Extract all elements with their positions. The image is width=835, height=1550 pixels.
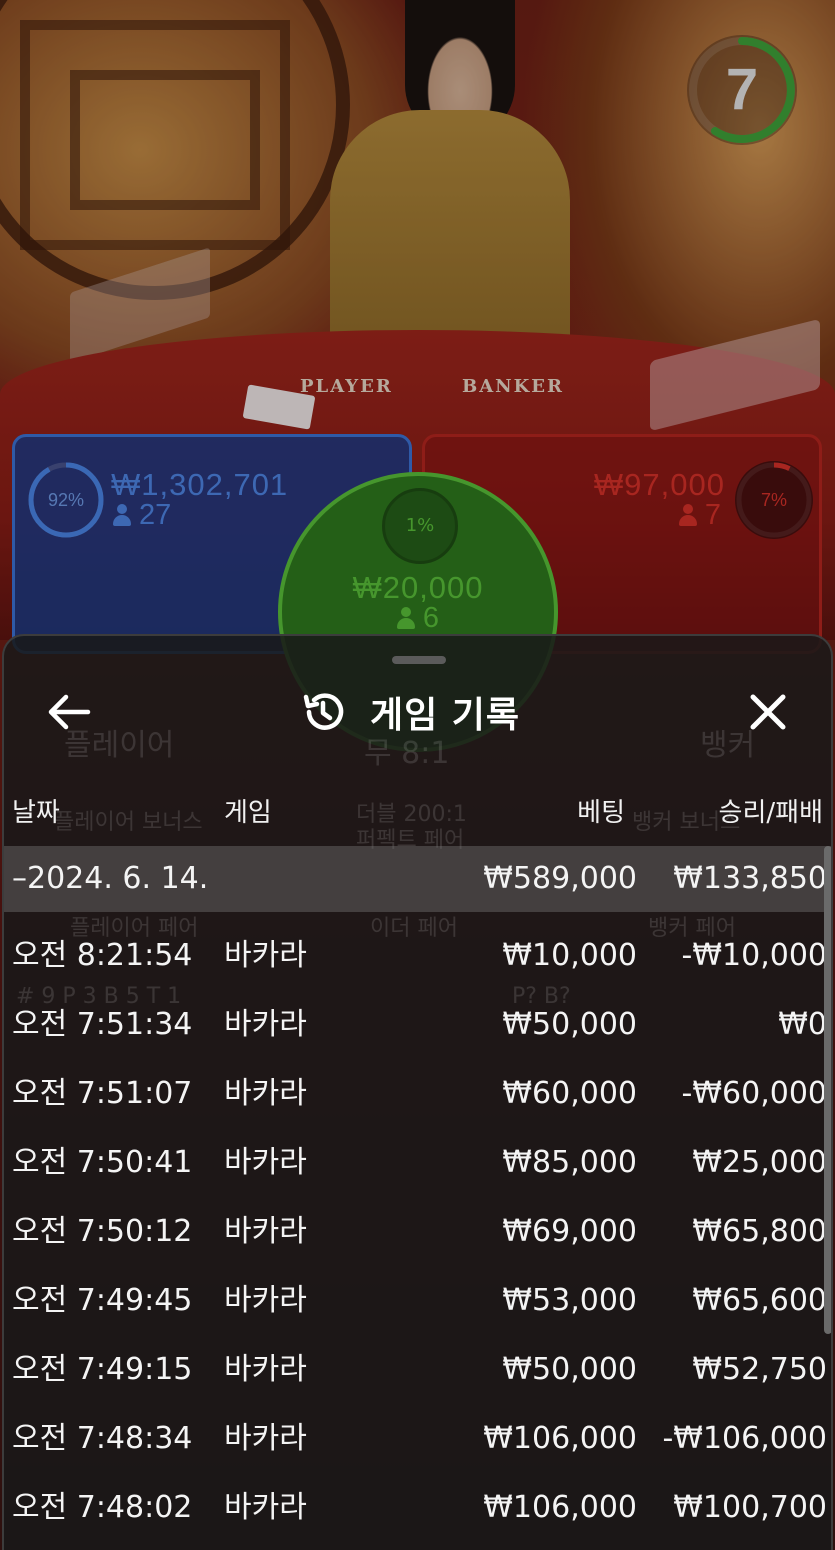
history-row[interactable]: 오전 7:48:34 바카라 ₩106,000 -₩106,000 [4,1404,831,1473]
row-time: 오전 7:50:12 [12,1214,193,1249]
row-game: 바카라 [224,1490,307,1525]
day-summary-row[interactable]: –2024. 6. 14. ₩589,000 ₩133,850 [4,846,831,912]
row-bet: ₩53,000 [502,1283,637,1318]
row-win-loss: -₩10,000 [681,938,827,973]
row-bet: ₩60,000 [502,1076,637,1111]
row-win-loss: ₩25,000 [692,1145,827,1180]
row-win-loss: -₩106,000 [662,1421,827,1456]
history-row[interactable]: 오전 7:49:45 바카라 ₩53,000 ₩65,600 [4,1266,831,1335]
history-row[interactable]: 오전 8:21:54 바카라 ₩10,000 -₩10,000 [4,921,831,990]
row-time: 오전 7:48:02 [12,1490,193,1525]
row-game: 바카라 [224,1421,307,1456]
row-win-loss: ₩65,800 [692,1214,827,1249]
row-time: 오전 7:49:15 [12,1352,193,1387]
history-row[interactable]: 오전 7:51:34 바카라 ₩50,000 ₩0 [4,990,831,1059]
back-button[interactable] [44,690,94,734]
row-bet: ₩85,000 [502,1145,637,1180]
row-time: 오전 7:49:45 [12,1283,193,1318]
row-game: 바카라 [224,938,307,973]
sheet-header: 게임 기록 [4,676,831,748]
column-header-date: 날짜 [12,798,60,828]
scrollbar-thumb[interactable] [824,846,831,1334]
row-time: 오전 7:51:34 [12,1007,193,1042]
arrow-left-icon [48,694,91,730]
ghost-dragon-bonus: 더블 200:1 [356,802,467,827]
summary-date: –2024. 6. 14. [12,861,209,896]
row-win-loss: ₩100,700 [673,1490,827,1525]
row-time: 오전 7:50:41 [12,1145,193,1180]
column-header-game: 게임 [224,798,272,828]
game-history-sheet: 플레이어 무 8:1 뱅커 플레이어 보너스 더블 200:1 퍼펙트 페어 뱅… [2,634,833,1550]
row-game: 바카라 [224,1145,307,1180]
summary-win-loss: ₩133,850 [673,861,827,896]
row-game: 바카라 [224,1076,307,1111]
column-header-win-loss: 승리/패배 [718,798,823,828]
history-row[interactable]: 오전 7:50:41 바카라 ₩85,000 ₩25,000 [4,1128,831,1197]
row-game: 바카라 [224,1283,307,1318]
row-time: 오전 7:48:34 [12,1421,193,1456]
row-game: 바카라 [224,1214,307,1249]
column-header-bet: 베팅 [577,798,625,828]
row-win-loss: ₩65,600 [692,1283,827,1318]
sheet-title-group: 게임 기록 [300,686,520,738]
history-row[interactable]: 오전 7:50:12 바카라 ₩69,000 ₩65,800 [4,1197,831,1266]
history-icon [303,693,344,730]
row-win-loss: -₩60,000 [681,1076,827,1111]
close-icon [750,694,786,730]
row-game: 바카라 [224,1007,307,1042]
ghost-player-bonus: 플레이어 보너스 [54,810,203,835]
row-bet: ₩50,000 [502,1007,637,1042]
row-time: 오전 8:21:54 [12,938,193,973]
row-win-loss: ₩52,750 [692,1352,827,1387]
history-row[interactable]: 오전 7:48:02 바카라 ₩106,000 ₩100,700 [4,1473,831,1542]
history-row[interactable]: 오전 7:51:07 바카라 ₩60,000 -₩60,000 [4,1059,831,1128]
row-bet: ₩106,000 [483,1490,637,1525]
row-bet: ₩50,000 [502,1352,637,1387]
sheet-title: 게임 기록 [370,695,521,736]
row-bet: ₩106,000 [483,1421,637,1456]
row-game: 바카라 [224,1352,307,1387]
close-button[interactable] [744,688,792,736]
history-row[interactable]: 오전 7:49:15 바카라 ₩50,000 ₩52,750 [4,1335,831,1404]
row-bet: ₩10,000 [502,938,637,973]
row-win-loss: ₩0 [778,1007,827,1042]
summary-bet: ₩589,000 [483,861,637,896]
row-bet: ₩69,000 [502,1214,637,1249]
sheet-drag-handle[interactable] [392,656,446,664]
row-time: 오전 7:51:07 [12,1076,193,1111]
